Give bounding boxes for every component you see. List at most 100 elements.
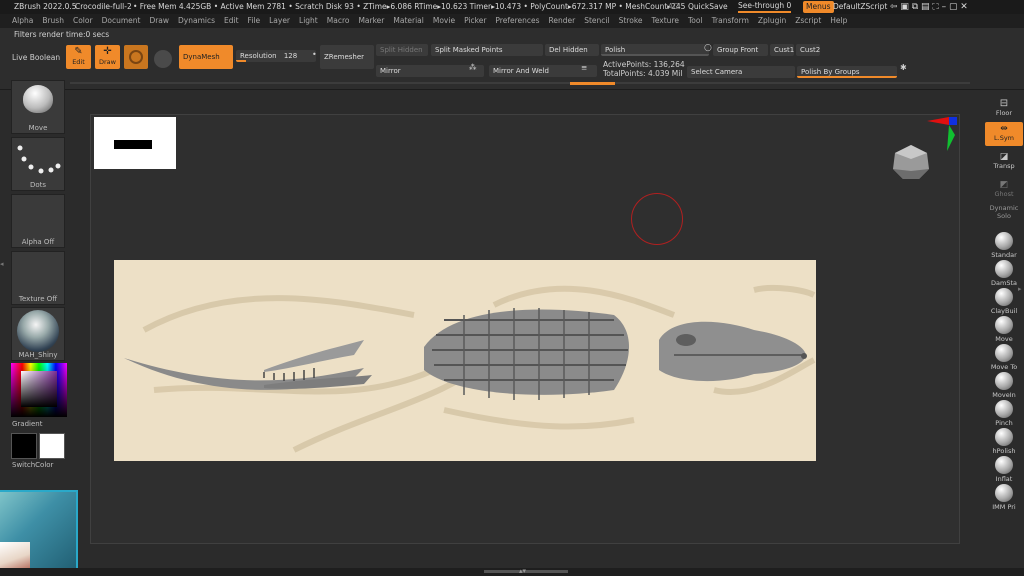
switch-color-button[interactable]: SwitchColor (12, 461, 70, 469)
menu-item-color[interactable]: Color (73, 16, 93, 25)
menu-bar: Alpha Brush Color Document Draw Dynamics Edit F… (0, 14, 1024, 28)
bottom-bar: ▴▾ (0, 567, 1024, 576)
mirror-button[interactable]: Mirror (376, 65, 484, 77)
brush-ball-icon (995, 344, 1013, 362)
split-hidden-button[interactable]: Split Hidden (376, 44, 428, 56)
gradient-label[interactable]: Gradient (12, 420, 70, 428)
brush-move-to[interactable]: Move To (985, 344, 1023, 371)
menu-item-layer[interactable]: Layer (269, 16, 290, 25)
brush-imm-pri[interactable]: IMM Pri (985, 484, 1023, 511)
secondary-color-swatch[interactable] (39, 433, 65, 459)
menu-item-dynamics[interactable]: Dynamics (178, 16, 215, 25)
alpha-thumbnail[interactable]: Alpha Off (11, 194, 65, 248)
brush-ball-icon (995, 372, 1013, 390)
window-controls[interactable]: ⇦ ▣ ⧉ ▤ ⛶ – ▢ ✕ (890, 0, 968, 14)
brush-ball-icon (995, 484, 1013, 502)
polish-toggle-icon[interactable]: ○ (704, 43, 712, 53)
brush-damsta[interactable]: DamSta (985, 260, 1023, 287)
menu-item-texture[interactable]: Texture (652, 16, 679, 25)
select-camera-button[interactable]: Select Camera (687, 66, 795, 78)
bottom-tray-toggle-icon[interactable]: ▴▾ (519, 567, 526, 575)
split-masked-points-button[interactable]: Split Masked Points (431, 44, 543, 56)
menus-button[interactable]: Menus (803, 1, 834, 13)
navigation-head-icon[interactable] (887, 141, 935, 185)
polish-by-groups-slider[interactable]: Polish By Groups (797, 66, 897, 78)
matcap-sphere-icon (17, 310, 59, 352)
menu-item-light[interactable]: Light (299, 16, 318, 25)
polish-groups-toggle-icon[interactable]: ✱ (900, 63, 907, 72)
local-symmetry-button[interactable]: ⇹ L.Sym (985, 122, 1023, 146)
brush-ball-icon (995, 316, 1013, 334)
menu-item-zscript[interactable]: Zscript (795, 16, 821, 25)
menu-item-material[interactable]: Material (393, 16, 423, 25)
brush-hpolish[interactable]: hPolish (985, 428, 1023, 455)
menu-item-macro[interactable]: Macro (327, 16, 350, 25)
menu-item-picker[interactable]: Picker (464, 16, 486, 25)
menu-item-movie[interactable]: Movie (433, 16, 455, 25)
resolution-dot-icon[interactable]: • (312, 50, 317, 59)
video-overlay-thumbnail[interactable] (0, 490, 78, 576)
spotlight-icon[interactable] (154, 50, 172, 68)
filters-render-time: Filters render time:0 secs (14, 30, 110, 39)
menu-item-render[interactable]: Render (549, 16, 576, 25)
menu-item-brush[interactable]: Brush (42, 16, 64, 25)
live-boolean-toggle[interactable]: Live Boolean (12, 53, 60, 62)
menu-item-document[interactable]: Document (102, 16, 141, 25)
polish-slider[interactable]: Polish (601, 44, 709, 56)
menu-item-transform[interactable]: Transform (712, 16, 749, 25)
brush-inflat[interactable]: Inflat (985, 456, 1023, 483)
menu-item-file[interactable]: File (248, 16, 261, 25)
edit-button[interactable]: ✎ Edit (66, 45, 91, 69)
ghost-button[interactable]: ◩ Ghost (985, 180, 1023, 198)
move-brush-icon (23, 85, 53, 113)
menu-item-alpha[interactable]: Alpha (12, 16, 33, 25)
see-through-slider[interactable]: See-through 0 (738, 0, 792, 13)
cust1-button[interactable]: Cust1 (770, 44, 794, 56)
menu-item-preferences[interactable]: Preferences (495, 16, 539, 25)
canvas-viewport[interactable] (90, 114, 960, 544)
texture-thumbnail[interactable]: Texture Off (11, 251, 65, 305)
reference-image (94, 117, 176, 169)
relief-plane[interactable] (114, 260, 816, 461)
zremesher-button[interactable]: ZRemesher (320, 45, 374, 69)
resolution-slider[interactable]: Resolution 128 (236, 50, 316, 62)
left-tray-collapse-icon[interactable]: ◂ (0, 260, 6, 300)
draw-icon: ✛ (103, 46, 112, 57)
stroke-thumbnail[interactable]: Dots (11, 137, 65, 191)
del-hidden-button[interactable]: Del Hidden (545, 44, 599, 56)
dynamic-solo-button[interactable]: Dynamic Solo (985, 204, 1023, 220)
menu-item-draw[interactable]: Draw (149, 16, 169, 25)
color-picker[interactable] (11, 363, 67, 417)
mirror-weld-options-icon[interactable]: ≡ (581, 63, 587, 72)
menu-item-marker[interactable]: Marker (358, 16, 384, 25)
menu-item-stencil[interactable]: Stencil (584, 16, 609, 25)
cust2-button[interactable]: Cust2 (796, 44, 820, 56)
ac-label[interactable]: AC (668, 0, 678, 14)
mirror-options-icon[interactable]: ⁂ (469, 63, 477, 72)
brush-thumbnail[interactable]: Move (11, 80, 65, 134)
right-tray-collapse-icon[interactable]: ▸ (1018, 285, 1024, 325)
transp-button[interactable]: ◪ Transp (985, 152, 1023, 170)
menu-item-stroke[interactable]: Stroke (619, 16, 643, 25)
brush-ball-icon (995, 400, 1013, 418)
quicksave-button[interactable]: QuickSave (688, 0, 728, 14)
menu-item-zplugin[interactable]: Zplugin (758, 16, 786, 25)
dynamesh-button[interactable]: DynaMesh (179, 45, 233, 69)
color-picker-square[interactable] (21, 371, 57, 407)
brush-standar[interactable]: Standar (985, 232, 1023, 259)
material-thumbnail[interactable]: MAH_Shiny (11, 307, 65, 361)
menu-item-help[interactable]: Help (830, 16, 847, 25)
brush-pinch[interactable]: Pinch (985, 400, 1023, 427)
default-zscript-button[interactable]: DefaultZScript (833, 0, 887, 14)
brush-movein[interactable]: MoveIn (985, 372, 1023, 399)
document-name: Crocodile-full-2 (75, 2, 132, 11)
menu-item-tool[interactable]: Tool (688, 16, 703, 25)
draw-size-button[interactable] (124, 45, 148, 69)
draw-button[interactable]: ✛ Draw (95, 45, 120, 69)
floor-button[interactable]: ⊟ Floor (985, 98, 1023, 117)
primary-color-swatch[interactable] (11, 433, 37, 459)
menu-item-edit[interactable]: Edit (224, 16, 239, 25)
group-front-button[interactable]: Group Front (713, 44, 768, 56)
transp-icon: ◪ (999, 152, 1009, 162)
brush-ball-icon (995, 288, 1013, 306)
